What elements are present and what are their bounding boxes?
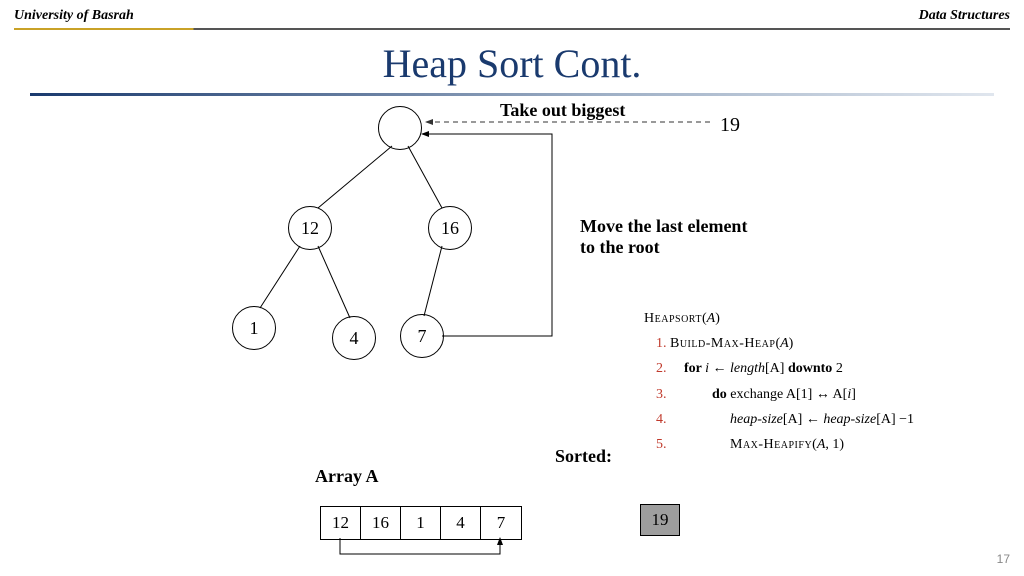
array-label: Array A — [315, 466, 378, 487]
algo-token: do — [712, 387, 727, 402]
algo-step: Max-Heapify(A, 1) — [670, 432, 984, 457]
array-cell: 16 — [361, 507, 401, 539]
algo-token: heap-size — [823, 412, 876, 427]
slide-header: University of Basrah Data Structures — [0, 0, 1024, 28]
algo-token: heap-size — [730, 412, 783, 427]
algo-step: for i ← length[A] downto 2 — [670, 356, 984, 381]
algo-name: Heapsort — [644, 311, 702, 326]
array-cell: 1 — [401, 507, 441, 539]
algo-token: Build-Max-Heap — [670, 336, 775, 351]
node-1: 1 — [232, 306, 276, 350]
algo-token: A — [780, 336, 789, 351]
annot-move: Move the last element to the root — [580, 216, 747, 258]
algo-token: ] — [851, 387, 856, 402]
algo-token: for — [684, 361, 705, 376]
array-cell: 12 — [321, 507, 361, 539]
algo-token: 2 — [832, 361, 843, 376]
page-title: Heap Sort Cont. — [0, 40, 1024, 87]
algo-step: do exchange A[1] ↔ A[i] — [670, 382, 984, 407]
node-root — [378, 106, 422, 150]
diagram-canvas: Take out biggest 19 Move the last elemen… — [0, 96, 1024, 566]
header-left: University of Basrah — [14, 8, 134, 24]
sorted-label: Sorted: — [555, 446, 612, 467]
algo-token: ) — [789, 336, 794, 351]
algo-step: Build-Max-Heap(A) — [670, 331, 984, 356]
algo-token: length — [730, 361, 765, 376]
header-rule — [14, 28, 1010, 30]
algorithm-box: Heapsort(A) Build-Max-Heap(A) for i ← le… — [644, 306, 984, 457]
algo-token: downto — [788, 361, 832, 376]
array-cell: 7 — [481, 507, 521, 539]
algo-token: , 1) — [825, 437, 844, 452]
value-19: 19 — [720, 114, 740, 137]
node-16: 16 — [428, 206, 472, 250]
algo-token: [A] ← — [783, 412, 823, 427]
node-7: 7 — [400, 314, 444, 358]
page-number: 17 — [997, 552, 1010, 566]
array-a: 12 16 1 4 7 — [320, 506, 522, 540]
node-4: 4 — [332, 316, 376, 360]
sorted-cell: 19 — [640, 504, 680, 536]
algo-name-line: Heapsort(A) — [644, 306, 984, 331]
algo-token: [A] — [765, 361, 788, 376]
algo-token: exchange A[1] ↔ A[ — [727, 387, 848, 402]
algo-token: ← — [709, 361, 730, 376]
algo-step: heap-size[A] ← heap-size[A] −1 — [670, 407, 984, 432]
node-12: 12 — [288, 206, 332, 250]
algo-token: Max-Heapify — [730, 437, 812, 452]
algo-arg: A — [707, 311, 716, 326]
array-cell: 4 — [441, 507, 481, 539]
algo-token: [A] −1 — [876, 412, 914, 427]
header-right: Data Structures — [919, 8, 1010, 24]
annot-takeout: Take out biggest — [500, 100, 625, 121]
